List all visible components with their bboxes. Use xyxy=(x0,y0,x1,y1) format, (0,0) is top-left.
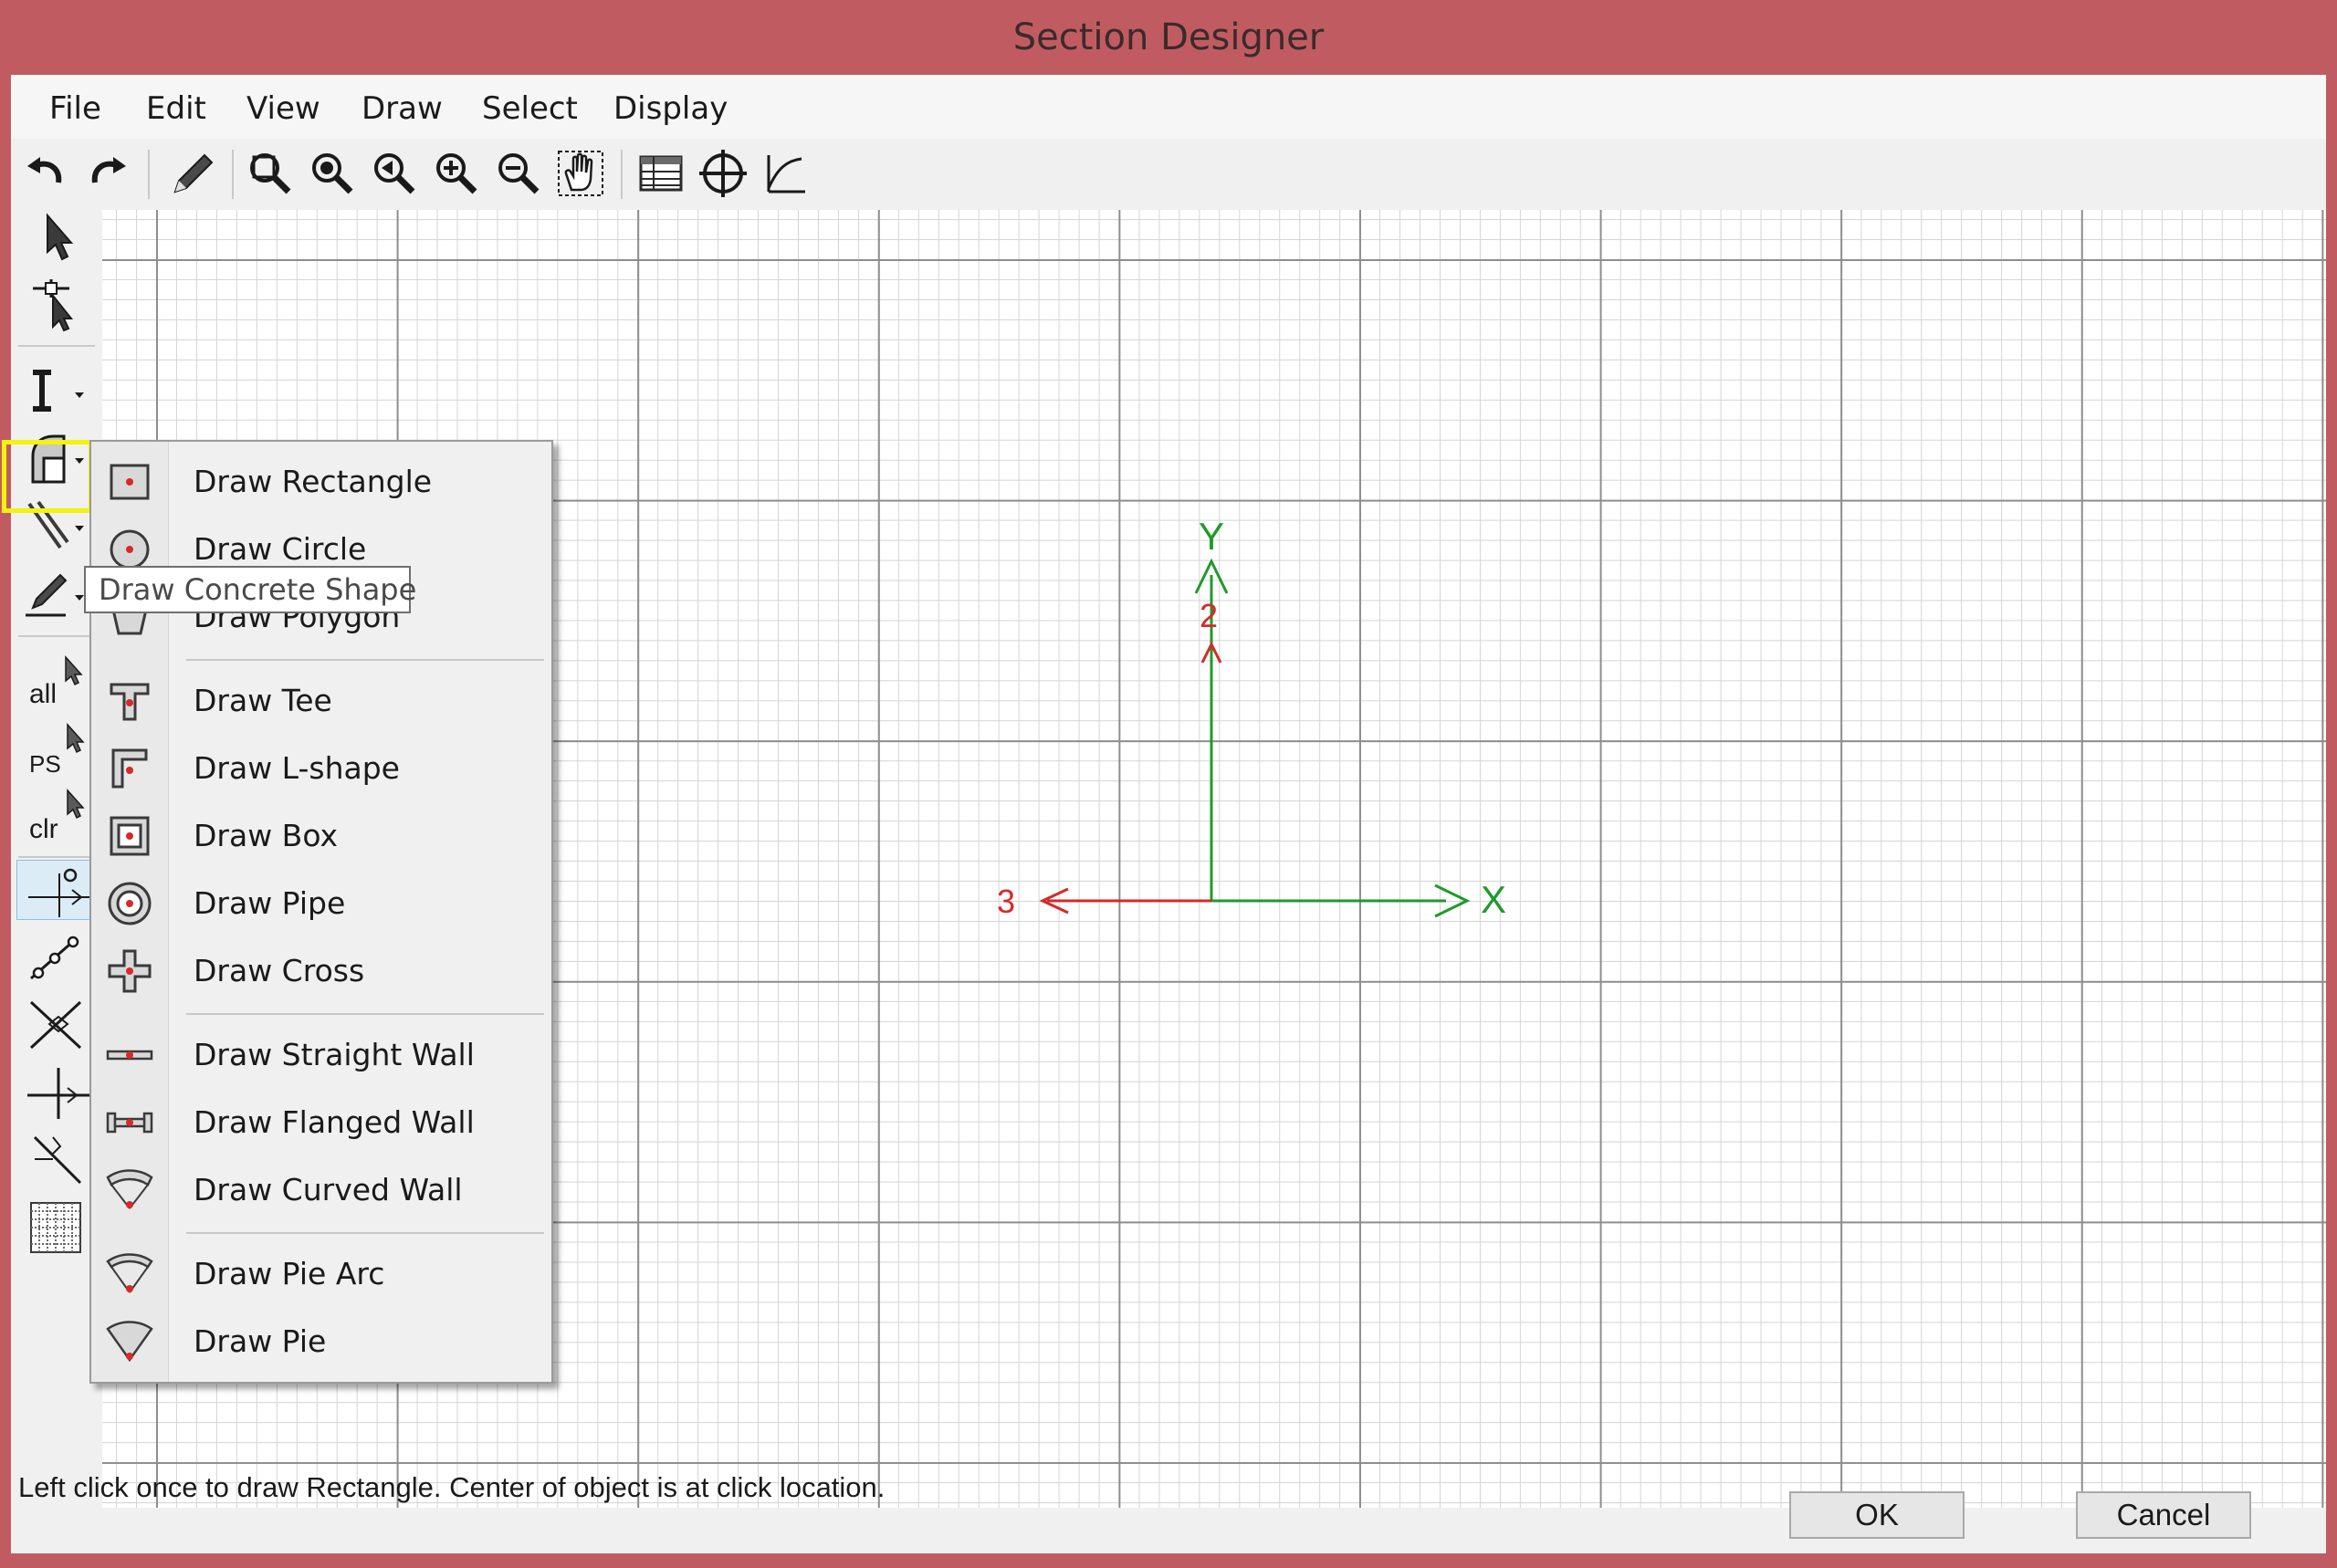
left-toolbar: all PS clr xyxy=(11,210,102,1515)
ok-button[interactable]: OK xyxy=(1789,1491,1965,1539)
menu-view[interactable]: View xyxy=(246,75,320,139)
toolbar-separator xyxy=(621,150,623,199)
title-bar: Section Designer xyxy=(0,0,2337,75)
menu-draw[interactable]: Draw xyxy=(362,75,443,139)
redo-icon[interactable] xyxy=(80,146,135,201)
table-icon[interactable] xyxy=(634,146,688,201)
zoom-previous-icon[interactable] xyxy=(367,146,422,201)
status-message: Left click once to draw Rectangle. Cente… xyxy=(18,1471,886,1503)
main-toolbar xyxy=(11,139,2326,210)
menu-item-draw-pipe[interactable]: Draw Pipe xyxy=(91,871,551,936)
axis2-label: 2 xyxy=(1200,597,1218,634)
select-previous-text: PS xyxy=(29,750,61,778)
box-icon xyxy=(102,809,157,863)
menu-item-draw-l-shape[interactable]: Draw L-shape xyxy=(91,736,551,801)
grid-snap-icon[interactable] xyxy=(16,1197,99,1256)
tee-icon xyxy=(102,674,157,728)
y-axis-label: Y xyxy=(1199,515,1224,558)
pie-icon xyxy=(102,1314,157,1369)
menu-item-label: Draw Rectangle xyxy=(194,464,433,499)
menu-item-label: Draw Straight Wall xyxy=(194,1037,475,1072)
menu-item-label: Draw Pie xyxy=(194,1323,327,1359)
menu-separator xyxy=(186,659,544,661)
pan-icon[interactable] xyxy=(553,146,608,201)
menu-file[interactable]: File xyxy=(49,75,101,139)
menu-bar: File Edit View Draw Select Display xyxy=(11,75,2326,139)
menu-item-draw-box[interactable]: Draw Box xyxy=(91,803,551,869)
draw-section-icon[interactable] xyxy=(16,361,99,420)
menu-item-draw-straight-wall[interactable]: Draw Straight Wall xyxy=(91,1022,551,1088)
menu-item-draw-curved-wall[interactable]: Draw Curved Wall xyxy=(91,1157,551,1223)
menu-separator xyxy=(186,1013,544,1015)
select-all-text: all xyxy=(29,679,57,709)
zoom-out-icon[interactable] xyxy=(491,146,546,201)
rectangle-icon xyxy=(102,455,157,509)
left-toolbar-separator xyxy=(18,345,95,347)
pencil-icon[interactable] xyxy=(164,146,219,201)
x-axis-label: X xyxy=(1481,878,1506,921)
flanged-wall-icon xyxy=(102,1095,157,1150)
menu-select[interactable]: Select xyxy=(482,75,578,139)
menu-item-label: Draw Flanged Wall xyxy=(194,1104,475,1140)
snap-point-icon[interactable] xyxy=(16,860,100,920)
menu-item-draw-pie-arc[interactable]: Draw Pie Arc xyxy=(91,1241,551,1307)
zoom-restore-icon[interactable] xyxy=(305,146,360,201)
menu-item-draw-rectangle[interactable]: Draw Rectangle xyxy=(91,449,551,515)
menu-separator xyxy=(186,1232,544,1234)
menu-item-draw-cross[interactable]: Draw Cross xyxy=(91,938,551,1004)
snap-nearest-icon[interactable] xyxy=(16,1130,99,1188)
highlight-box xyxy=(2,440,93,513)
snap-perpendicular-icon[interactable] xyxy=(16,1062,99,1121)
menu-item-draw-pie[interactable]: Draw Pie xyxy=(91,1309,551,1375)
menu-display[interactable]: Display xyxy=(613,75,728,139)
menu-item-label: Draw Pie Arc xyxy=(194,1256,385,1291)
menu-item-draw-tee[interactable]: Draw Tee xyxy=(91,668,551,734)
l-shape-icon xyxy=(102,741,157,796)
window-title: Section Designer xyxy=(1012,16,1325,58)
clear-selection-button[interactable]: clr xyxy=(16,787,99,845)
snap-intersection-icon[interactable] xyxy=(16,995,99,1053)
tooltip: Draw Concrete Shape xyxy=(84,566,416,613)
left-toolbar-separator xyxy=(18,635,95,637)
toolbar-separator xyxy=(232,150,234,199)
select-previous-button[interactable]: PS xyxy=(16,719,99,778)
left-toolbar-separator xyxy=(18,856,95,858)
menu-item-label: Draw L-shape xyxy=(194,750,400,786)
clear-selection-text: clr xyxy=(29,814,58,844)
menu-item-draw-flanged-wall[interactable]: Draw Flanged Wall xyxy=(91,1090,551,1155)
zoom-window-icon[interactable] xyxy=(243,146,298,201)
pie-arc-icon xyxy=(102,1247,157,1301)
axis3-label: 3 xyxy=(997,883,1015,920)
menu-item-label: Draw Pipe xyxy=(194,885,346,921)
menu-item-label: Draw Cross xyxy=(194,953,365,988)
pipe-icon xyxy=(102,876,157,931)
menu-item-label: Draw Box xyxy=(194,818,339,853)
reshape-pointer-icon[interactable] xyxy=(16,276,99,334)
snap-line-icon[interactable] xyxy=(16,927,99,986)
curve-icon[interactable] xyxy=(758,146,812,201)
menu-item-label: Draw Curved Wall xyxy=(194,1172,463,1207)
crosshair-icon[interactable] xyxy=(696,146,750,201)
zoom-in-icon[interactable] xyxy=(429,146,484,201)
select-all-button[interactable]: all xyxy=(16,652,99,710)
undo-icon[interactable] xyxy=(18,146,73,201)
menu-edit[interactable]: Edit xyxy=(146,75,206,139)
pointer-icon[interactable] xyxy=(16,210,99,268)
curved-wall-icon xyxy=(102,1163,157,1218)
straight-wall-icon xyxy=(102,1028,157,1082)
toolbar-separator xyxy=(148,150,150,199)
cross-icon xyxy=(102,944,157,998)
cancel-button[interactable]: Cancel xyxy=(2076,1491,2251,1539)
menu-item-label: Draw Tee xyxy=(194,683,332,718)
